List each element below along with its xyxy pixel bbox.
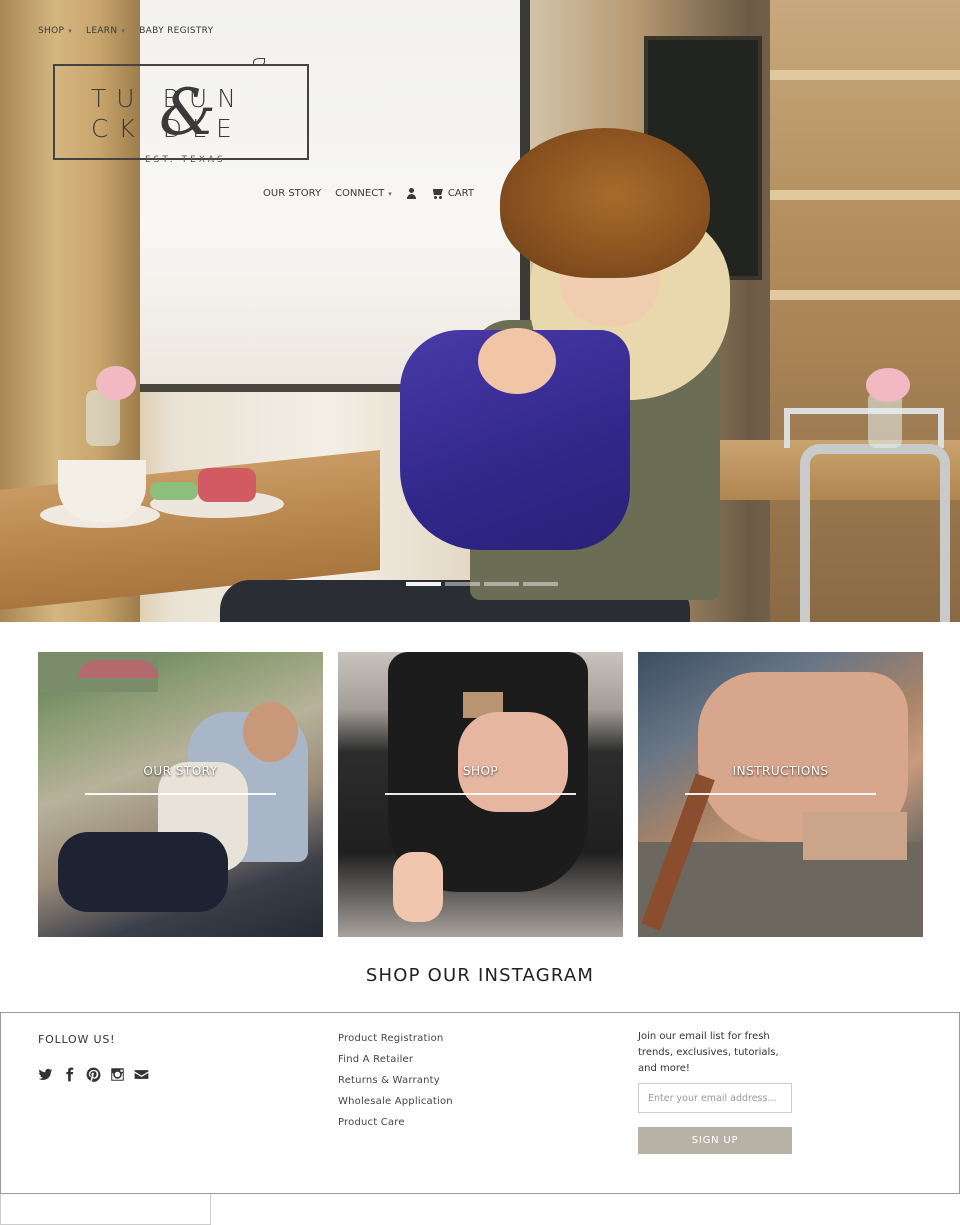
hero-flower (96, 366, 136, 400)
tile-story-man-face (243, 702, 298, 762)
nav-learn-label: LEARN (86, 26, 118, 36)
nav-learn[interactable]: LEARN ▾ (86, 26, 125, 36)
instagram-link[interactable] (110, 1067, 125, 1082)
logo-tagline: EST. TEXAS (145, 155, 226, 165)
tile-shop[interactable]: SHOP (338, 652, 623, 937)
logo-ampersand: & (159, 76, 216, 150)
footer-link-product-care[interactable]: Product Care (338, 1116, 453, 1130)
cart-icon (431, 188, 444, 199)
email-link[interactable] (134, 1067, 149, 1082)
instagram-heading: SHOP OUR INSTAGRAM (365, 965, 595, 986)
nav-our-story[interactable]: OUR STORY (263, 188, 321, 199)
hero-flower-right (866, 368, 910, 402)
social-links (38, 1067, 149, 1082)
tile-instructions-label: INSTRUCTIONS (732, 764, 829, 778)
nav-our-story-label: OUR STORY (263, 188, 322, 199)
main-nav: OUR STORY CONNECT ▾ CART (263, 188, 474, 199)
hero-macaron (150, 482, 198, 500)
nav-shop[interactable]: SHOP ▾ (38, 26, 72, 36)
nav-baby-registry[interactable]: BABY REGISTRY (139, 26, 213, 36)
hero-shelf-board (770, 290, 960, 300)
tile-story-umbrella (78, 660, 158, 678)
nav-baby-registry-label: BABY REGISTRY (139, 26, 214, 36)
tile-instructions[interactable]: INSTRUCTIONS (638, 652, 923, 937)
bottom-widget (0, 1194, 211, 1225)
tile-divider (385, 793, 576, 795)
footer-link-find-retailer[interactable]: Find A Retailer (338, 1053, 453, 1067)
chevron-down-icon: ▾ (388, 189, 392, 198)
tile-divider (685, 793, 876, 795)
slider-dot[interactable] (523, 582, 558, 586)
hero-shelf-board (770, 190, 960, 200)
user-icon (406, 188, 417, 199)
pinterest-link[interactable] (86, 1067, 101, 1082)
slider-pagination (406, 582, 558, 586)
slider-dot[interactable] (406, 582, 441, 586)
hero-shelf-board (770, 70, 960, 80)
account-button[interactable] (406, 188, 417, 199)
footer: FOLLOW US! Product Registration Find A R… (0, 1012, 960, 1194)
newsletter-text: Join our email list for fresh trends, ex… (638, 1031, 779, 1074)
nav-shop-label: SHOP (38, 26, 65, 36)
hero-chair (800, 444, 950, 622)
footer-link-wholesale-application[interactable]: Wholesale Application (338, 1095, 453, 1109)
nav-connect-label: CONNECT (335, 188, 385, 199)
facebook-icon (66, 1067, 74, 1082)
tile-story-jeans (58, 832, 228, 912)
tile-divider (85, 793, 276, 795)
twitter-link[interactable] (38, 1067, 53, 1082)
email-field[interactable] (638, 1083, 792, 1113)
hero-hat (500, 128, 710, 278)
chevron-down-icon: ▾ (68, 27, 73, 35)
tile-instructions-patch (803, 812, 907, 860)
hero-chair-back (784, 408, 944, 448)
tile-our-story-label: OUR STORY (143, 764, 218, 778)
hero-coffee-cup (58, 460, 146, 522)
top-nav: SHOP ▾ LEARN ▾ BABY REGISTRY (38, 26, 213, 36)
slider-dot[interactable] (445, 582, 480, 586)
cart-label: CART (447, 188, 474, 199)
instagram-icon (111, 1068, 124, 1081)
footer-links: Product Registration Find A Retailer Ret… (338, 1032, 453, 1130)
cart-button[interactable]: CART (431, 188, 474, 199)
tile-shop-hand (458, 712, 568, 812)
pinterest-icon (86, 1067, 101, 1082)
nav-connect[interactable]: CONNECT ▾ (335, 188, 392, 199)
hero-cake (198, 468, 256, 502)
tile-our-story[interactable]: OUR STORY (38, 652, 323, 937)
twitter-icon (38, 1068, 53, 1080)
hero-slideshow: SHOP ▾ LEARN ▾ BABY REGISTRY TU BUN CK D… (0, 0, 960, 622)
footer-link-product-registration[interactable]: Product Registration (338, 1032, 453, 1046)
logo[interactable]: TU BUN CK DLE & EST. TEXAS (53, 58, 309, 165)
sign-up-button[interactable]: SIGN UP (638, 1127, 792, 1154)
tile-shop-label: SHOP (462, 764, 499, 778)
footer-link-returns-warranty[interactable]: Returns & Warranty (338, 1074, 453, 1088)
facebook-link[interactable] (62, 1067, 77, 1082)
slider-dot[interactable] (484, 582, 519, 586)
email-icon (134, 1070, 149, 1079)
follow-heading: FOLLOW US! (38, 1033, 116, 1046)
hero-baby (478, 328, 556, 394)
tile-shop-baby-leg (393, 852, 443, 922)
chevron-down-icon: ▾ (121, 27, 126, 35)
leaf-icon (253, 58, 265, 66)
